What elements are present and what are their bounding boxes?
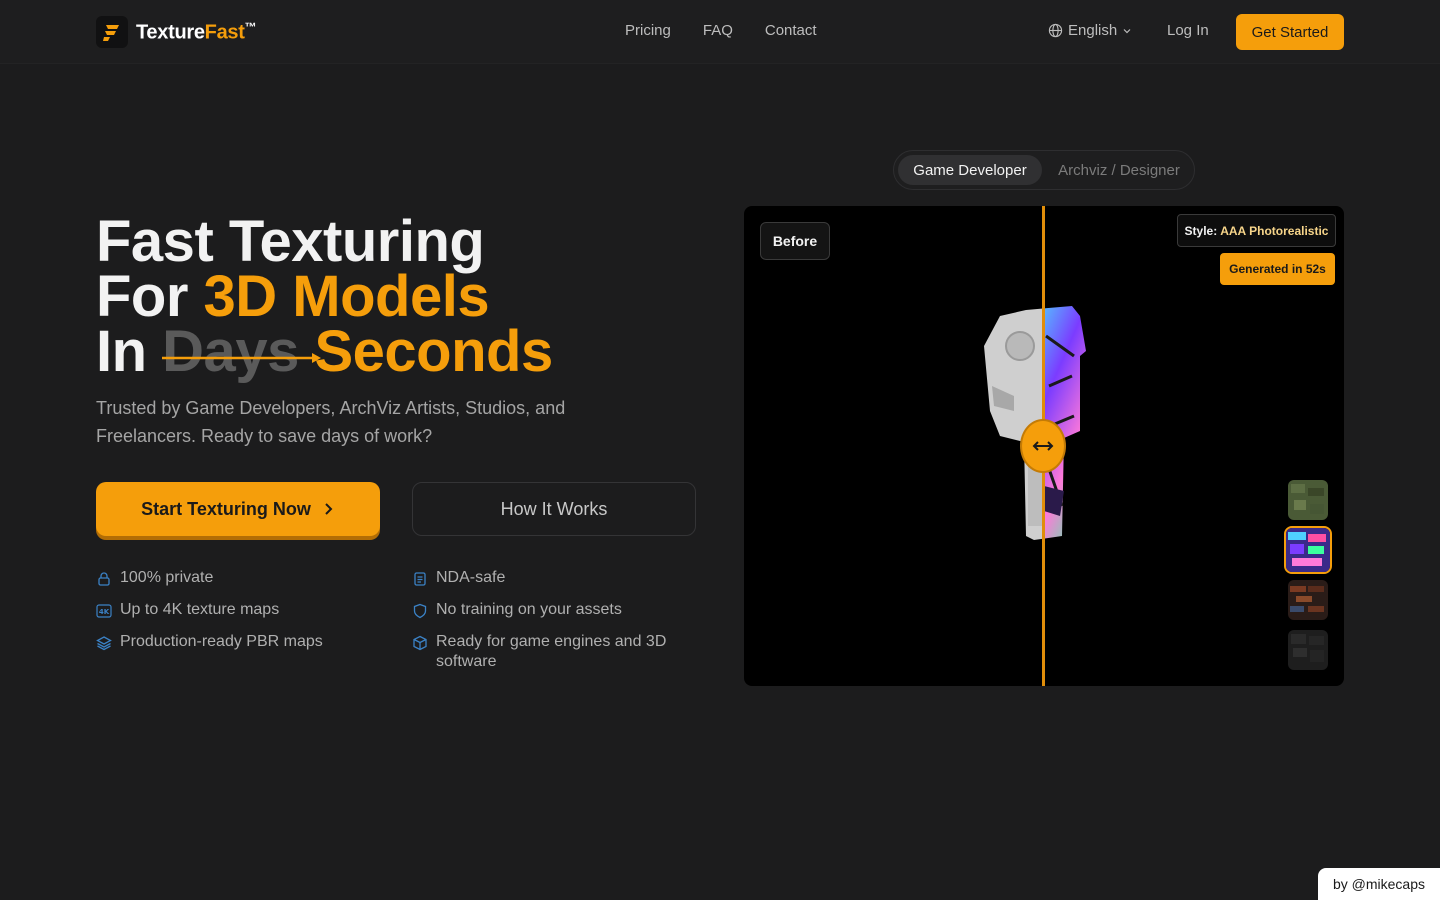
before-after-viewer[interactable]: Before Style: AAA Photorealistic Generate…	[744, 206, 1344, 686]
hero-line-3: In Days Seconds	[96, 319, 553, 384]
hero-title: Fast Texturing For 3D Models In Days Sec…	[96, 209, 553, 384]
main-nav: Pricing FAQ Contact	[625, 22, 817, 39]
texture-thumbnail-green-camo[interactable]	[1288, 480, 1328, 520]
feature-item: NDA-safe	[412, 568, 505, 588]
login-link[interactable]: Log In	[1167, 22, 1209, 39]
credit-badge[interactable]: by @mikecaps	[1318, 868, 1440, 900]
cube-icon	[413, 635, 427, 651]
feature-item: Production-ready PBR maps	[96, 632, 323, 652]
nav-contact-link[interactable]: Contact	[765, 22, 817, 39]
get-started-button[interactable]: Get Started	[1236, 14, 1344, 50]
tab-game-developer[interactable]: Game Developer	[898, 155, 1042, 185]
feature-item: 100% private	[96, 568, 213, 588]
how-it-works-button[interactable]: How It Works	[412, 482, 696, 536]
audience-toggle: Game Developer Archviz / Designer	[893, 150, 1195, 190]
arrows-horizontal-icon	[1032, 441, 1054, 451]
feature-item: Ready for game engines and 3D software	[412, 632, 696, 672]
texture-thumbnail-rusty-brick[interactable]	[1288, 580, 1328, 620]
nav-pricing-link[interactable]: Pricing	[625, 22, 671, 39]
hero-line-2: For 3D Models	[96, 264, 490, 329]
feature-item: No training on your assets	[412, 600, 622, 620]
texture-thumbnail-dark-stone[interactable]	[1288, 630, 1328, 670]
4k-icon: 4K	[96, 604, 112, 618]
language-label: English	[1068, 22, 1118, 39]
before-label: Before	[760, 222, 830, 260]
chevron-right-icon	[325, 503, 333, 515]
logo[interactable]: TextureFast™	[96, 16, 257, 48]
language-selector[interactable]: English	[1048, 22, 1132, 39]
strike-arrow-icon	[162, 353, 322, 363]
document-icon	[414, 572, 426, 586]
svg-text:4K: 4K	[99, 608, 110, 616]
start-texturing-button[interactable]: Start Texturing Now	[96, 482, 380, 536]
globe-icon	[1048, 23, 1063, 38]
lock-icon	[98, 572, 110, 586]
feature-item: 4K Up to 4K texture maps	[96, 600, 279, 620]
tab-archviz-designer[interactable]: Archviz / Designer	[1048, 155, 1190, 185]
site-header: TextureFast™ Pricing FAQ Contact English…	[0, 0, 1440, 64]
hero-line-1: Fast Texturing	[96, 209, 485, 274]
chevron-down-icon	[1123, 28, 1131, 33]
layers-icon	[96, 636, 112, 651]
nav-faq-link[interactable]: FAQ	[703, 22, 733, 39]
logo-text: TextureFast™	[136, 19, 257, 44]
style-badge: Style: AAA Photorealistic	[1177, 214, 1336, 247]
logo-icon	[96, 16, 128, 48]
comparison-handle[interactable]	[1020, 419, 1066, 473]
struck-word: Days	[162, 323, 322, 381]
hero-subtitle: Trusted by Game Developers, ArchViz Arti…	[96, 398, 566, 446]
shield-icon	[413, 603, 427, 619]
generated-time-badge: Generated in 52s	[1220, 253, 1335, 285]
hero-highlight-seconds: Seconds	[314, 319, 553, 384]
texture-thumbnail-neon-graffiti[interactable]	[1284, 526, 1332, 574]
